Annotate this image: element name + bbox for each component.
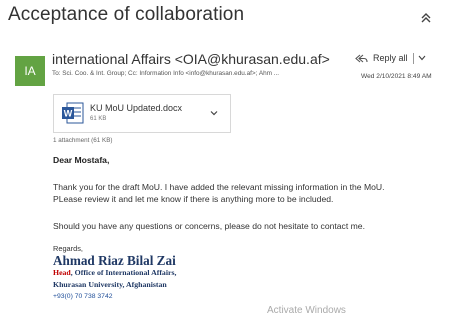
svg-text:W: W — [64, 109, 73, 119]
reply-all-icon[interactable] — [355, 53, 368, 64]
attachment-filename: KU MoU Updated.docx — [90, 103, 183, 113]
divider — [412, 52, 414, 64]
body-paragraph-2: Should you have any questions or concern… — [53, 221, 365, 231]
signature-university: Khurasan University, Afghanistan — [53, 280, 167, 289]
sent-date: Wed 2/10/2021 8:49 AM — [361, 73, 432, 80]
avatar-initials: IA — [24, 64, 36, 78]
body-line-2: PLease review it and let me know if ther… — [53, 194, 334, 204]
signature-regards: Regards, — [53, 244, 83, 253]
greeting: Dear Mostafa, — [53, 155, 110, 165]
activate-windows-watermark: Activate Windows — [267, 305, 346, 316]
reply-all-group: Reply all — [355, 49, 426, 67]
collapse-icon[interactable] — [419, 11, 433, 25]
signature-title-head: Head — [53, 268, 71, 277]
signature-name: Ahmad Riaz Bilal Zai — [53, 253, 176, 268]
attachment-size: 61 KB — [90, 116, 107, 122]
sender-avatar: IA — [15, 56, 45, 86]
email-subject: Acceptance of collaboration — [8, 4, 245, 25]
signature-title: Head, Office of International Affairs, — [53, 268, 176, 277]
signature-title-office: , Office of International Affairs, — [70, 268, 177, 277]
attachment-count: 1 attachment (61 KB) — [53, 137, 113, 144]
reply-options-chevron-icon[interactable] — [418, 55, 426, 61]
reply-all-button[interactable]: Reply all — [373, 53, 408, 63]
signature-phone[interactable]: +93(0) 70 738 3742 — [53, 293, 113, 300]
attachment-card[interactable]: W KU MoU Updated.docx 61 KB — [53, 94, 231, 133]
recipients-line[interactable]: To: Sci. Coo. & Int. Group; Cc: Informat… — [52, 70, 320, 77]
word-document-icon: W — [62, 102, 84, 124]
sender-name[interactable]: international Affairs <OIA@khurasan.edu.… — [52, 51, 330, 67]
body-line-1: Thank you for the draft MoU. I have adde… — [53, 182, 385, 192]
attachment-menu-chevron-icon[interactable] — [209, 108, 219, 118]
